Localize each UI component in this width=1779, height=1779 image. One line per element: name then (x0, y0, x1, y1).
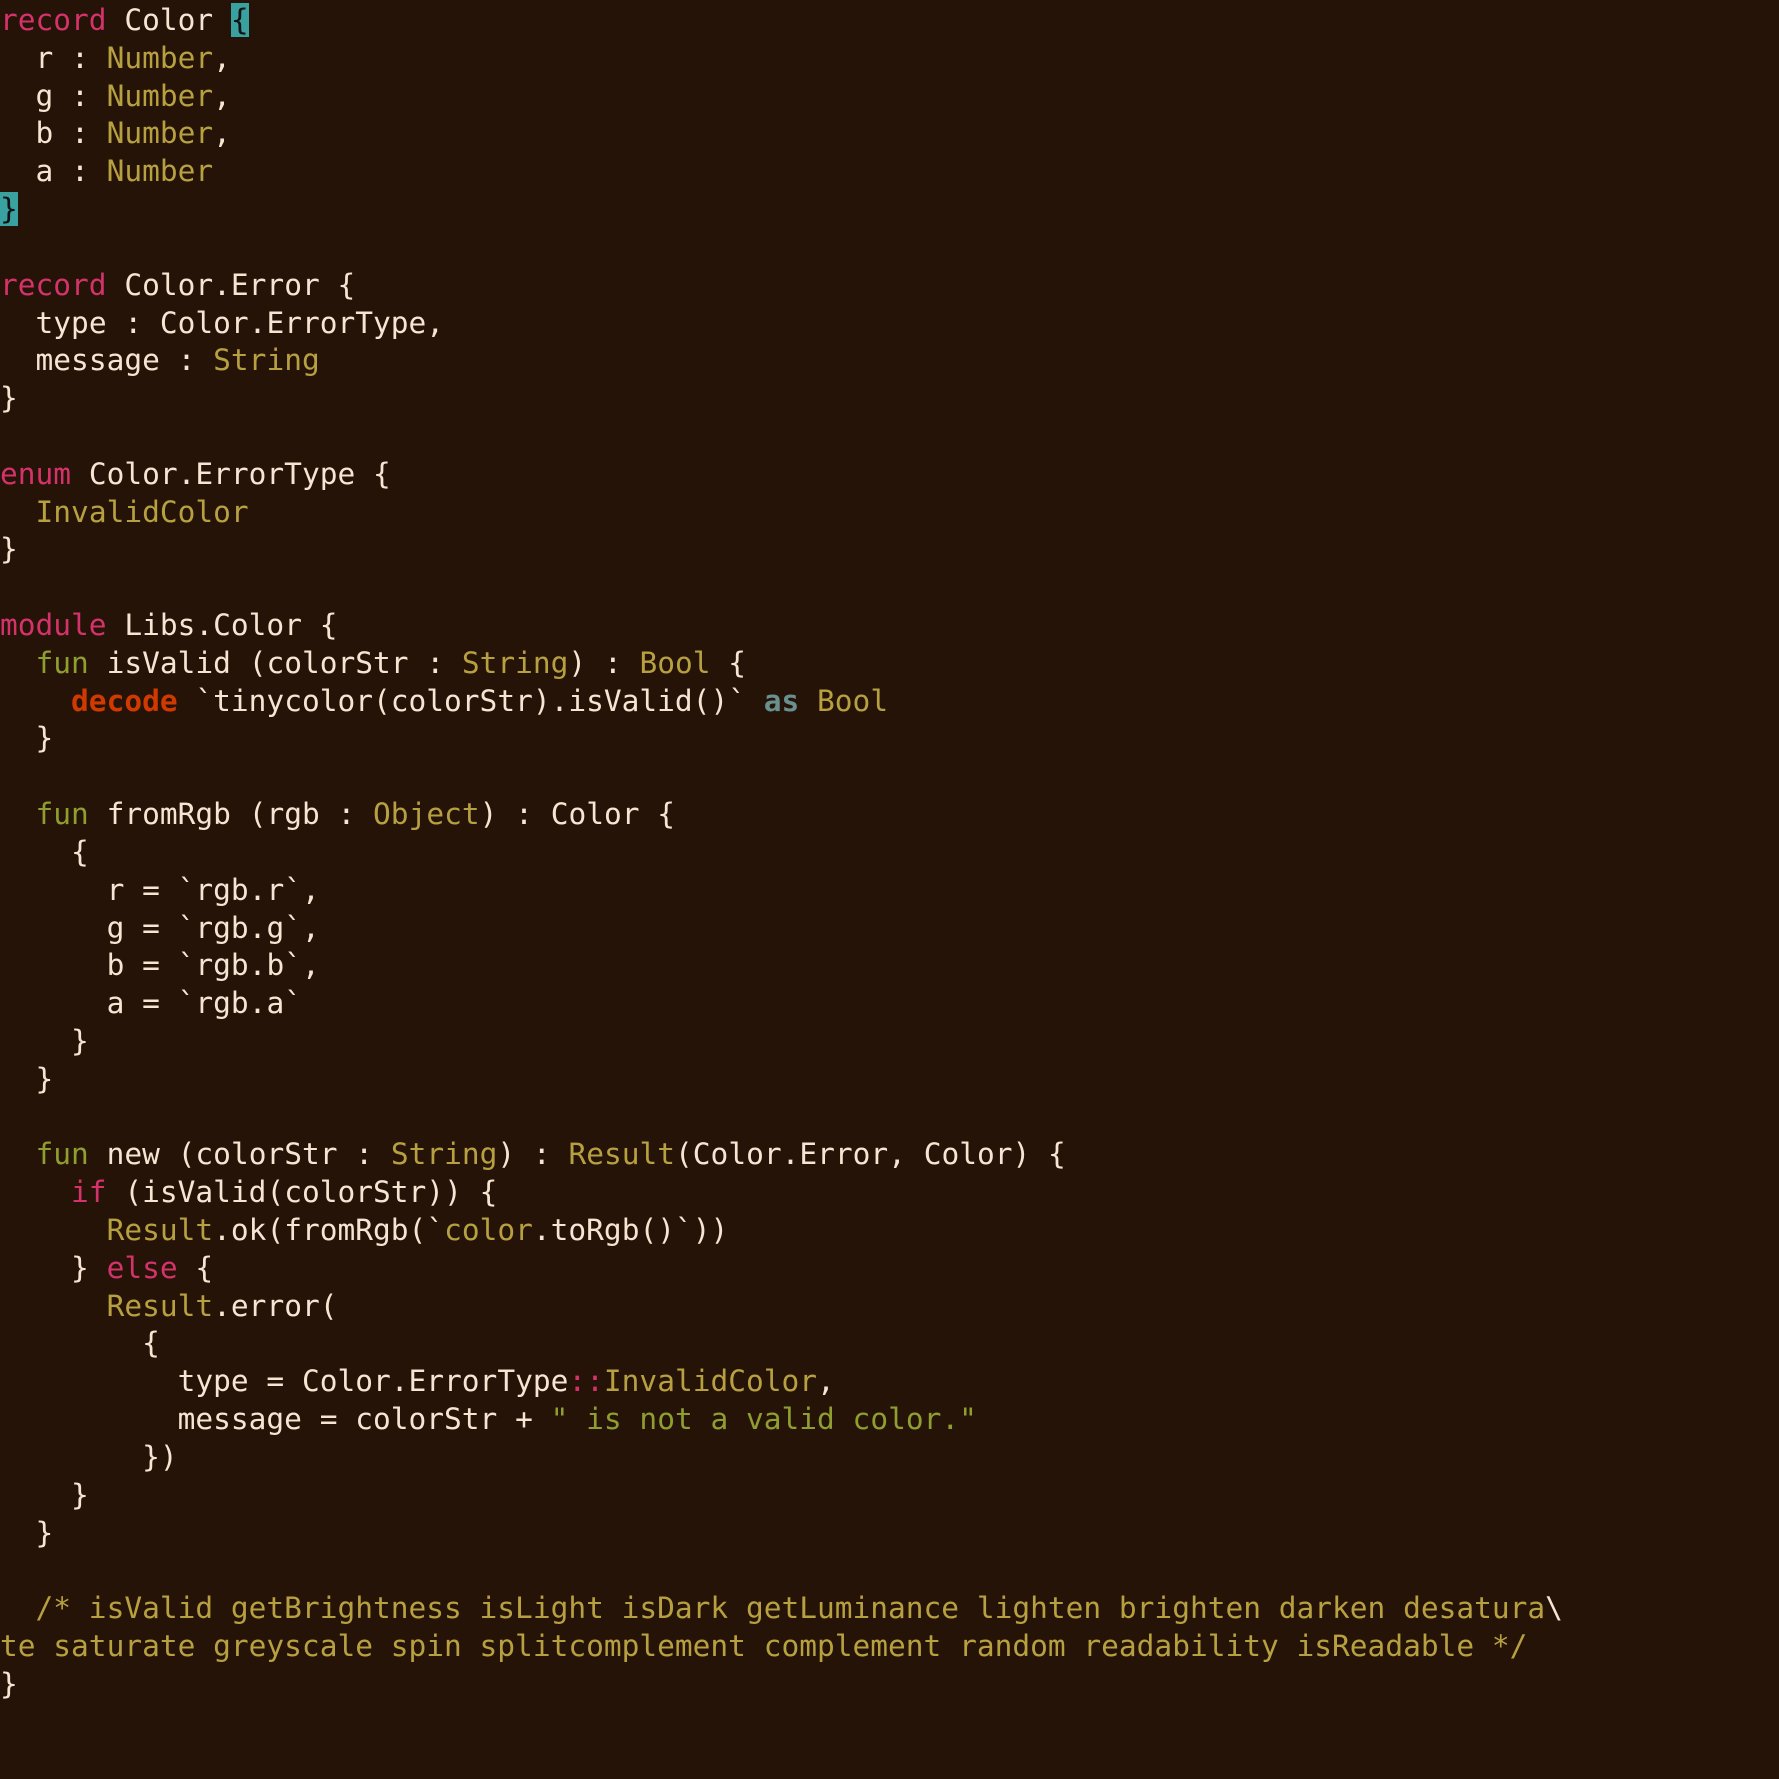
code-editor[interactable]: record Color { r : Number, g : Number, b… (0, 0, 1779, 1704)
type-Result: Result (568, 1137, 675, 1171)
fn-fromRgb: fromRgb (107, 797, 231, 831)
type-Object: Object (373, 797, 480, 831)
module-LibsColor: Libs.Color (124, 608, 302, 642)
field-a: a (36, 154, 54, 188)
inline-rgb-r: `rgb.r` (178, 873, 302, 907)
js-inline: `tinycolor(colorStr).isValid()` (195, 684, 746, 718)
keyword-fun: fun (36, 646, 89, 680)
field-b: b (36, 116, 54, 150)
inline-backtick: ` (426, 1213, 444, 1247)
type-Number: Number (107, 41, 214, 75)
comment-line2: te saturate greyscale spin splitcompleme… (0, 1629, 1527, 1663)
field-r: r (36, 41, 54, 75)
brace-open-highlight: { (231, 3, 249, 37)
keyword-as: as (764, 684, 800, 718)
keyword-enum: enum (0, 457, 71, 491)
type-Color: Color (124, 3, 213, 37)
type-Bool: Bool (639, 646, 710, 680)
keyword-else: else (107, 1251, 178, 1285)
wrap-backslash: \ (1545, 1591, 1563, 1625)
inline-rgb-a: `rgb.a` (178, 986, 302, 1020)
color-word: color (444, 1213, 533, 1247)
space (213, 3, 231, 37)
inline-rgb-b: `rgb.b` (178, 948, 302, 982)
keyword-module: module (0, 608, 107, 642)
keyword-decode: decode (71, 684, 178, 718)
type-ColorErrorType: Color.ErrorType (89, 457, 355, 491)
field-g: g (36, 79, 54, 113)
keyword-record: record (0, 3, 107, 37)
fn-new: new (107, 1137, 160, 1171)
type-String: String (213, 343, 320, 377)
space (107, 3, 125, 37)
fn-isValid: isValid (107, 646, 231, 680)
keyword-if: if (71, 1175, 107, 1209)
keyword-record: record (0, 268, 107, 302)
fn-error: error (231, 1289, 320, 1323)
field-type: type (36, 306, 107, 340)
fn-ok: ok (231, 1213, 267, 1247)
field-message: message (36, 343, 160, 377)
string-literal: " is not a valid color." (551, 1402, 977, 1436)
enum-InvalidColor: InvalidColor (36, 495, 249, 529)
param-colorStr: colorStr (266, 646, 408, 680)
inline-rgb-g: `rgb.g` (178, 911, 302, 945)
inline-toRgb-tail: .toRgb()` (533, 1213, 693, 1247)
indent (0, 41, 36, 75)
brace-close-highlight: } (0, 192, 18, 226)
comment-line1: /* isValid getBrightness isLight isDark … (0, 1591, 1545, 1625)
double-colon: :: (568, 1364, 604, 1398)
type-ColorError: Color.Error (124, 268, 319, 302)
param-rgb: rgb (266, 797, 319, 831)
